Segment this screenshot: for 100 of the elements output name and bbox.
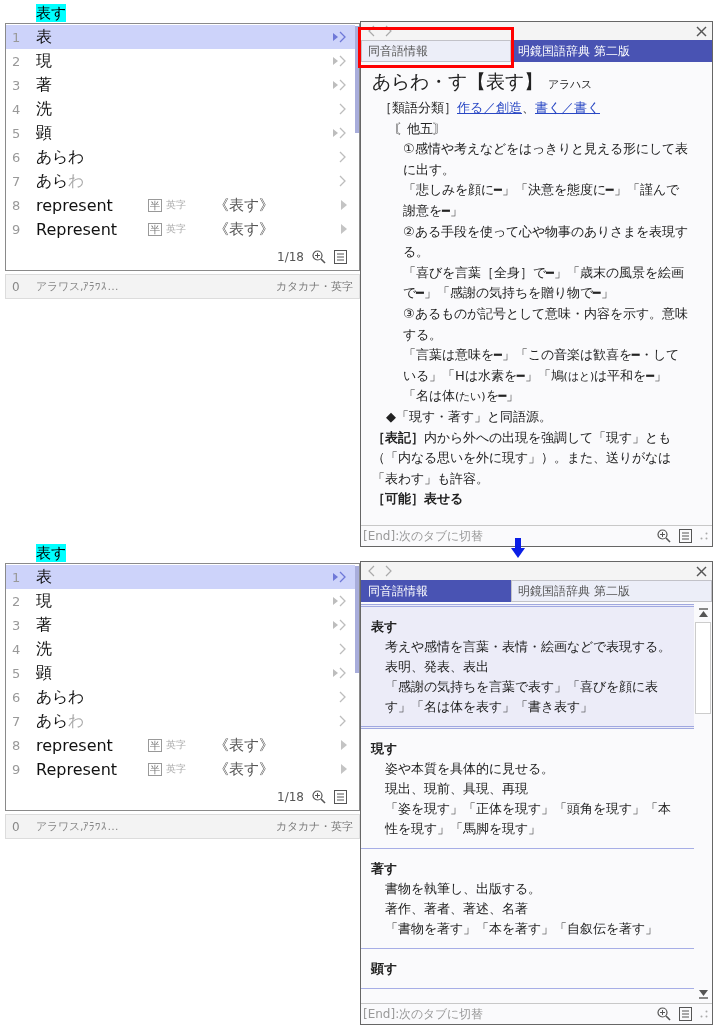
resize-grip-icon[interactable]	[700, 532, 708, 540]
scrollbar-thumb[interactable]	[695, 622, 711, 714]
homonym-text: 「書物を著す」「本を著す」「自叙伝を著す」	[385, 920, 659, 938]
homonym-text: 著作、著者、著述、名著	[385, 900, 529, 918]
dictionary-tab[interactable]: 同音語情報	[361, 40, 511, 62]
homonym-text: 「感謝の気持ちを言葉で表す」「喜びを顔に表す」「名は体を表す」「書き表す」	[385, 678, 659, 716]
list-icon[interactable]	[334, 250, 347, 264]
definition-text: ①感情や考えなどをはっきりと見える形にして表に出す。	[403, 140, 688, 179]
homonym-heading: 現す	[371, 740, 398, 758]
candidate-item[interactable]: 4 洗	[6, 97, 355, 121]
homonym-text: 考えや感情を言葉・表情・絵画などで表現する。	[385, 638, 672, 656]
expand-arrow-icon	[332, 55, 347, 67]
expand-arrow-icon	[332, 31, 347, 43]
chevron-icon	[339, 103, 347, 115]
homonym-heading: 表す	[371, 618, 398, 636]
classification-label: ［類語分類］	[379, 99, 457, 117]
definition-text: ③あるものが記号として意味・内容を示す。意味する。	[403, 304, 688, 344]
candidate-item[interactable]: 6 あらわ	[6, 145, 355, 169]
zoom-icon[interactable]	[312, 790, 326, 804]
zoom-icon[interactable]	[657, 1007, 671, 1021]
chevron-icon	[339, 691, 347, 703]
zoom-icon[interactable]	[657, 529, 671, 543]
expand-arrow-icon	[332, 595, 347, 607]
list-icon[interactable]	[334, 790, 347, 804]
chevron-icon	[339, 643, 347, 655]
scrollbar-thumb[interactable]	[355, 26, 359, 133]
composition-text: 表す	[36, 544, 66, 562]
synonym-link[interactable]: 作る／創造	[457, 98, 522, 119]
separator-text: 、	[522, 99, 535, 117]
dictionary-tab[interactable]: 明鏡国語辞典 第二版	[511, 40, 712, 62]
candidate-item[interactable]: 9 Represent 半 英字 《表す》	[6, 217, 355, 241]
down-arrow-icon	[511, 538, 525, 558]
candidate-item[interactable]: 7 あらわ	[6, 709, 355, 733]
scrollbar-thumb[interactable]	[355, 566, 359, 673]
close-icon[interactable]	[696, 565, 707, 577]
triangle-icon	[341, 200, 347, 210]
page-counter: 1/18	[277, 790, 304, 804]
triangle-icon	[341, 764, 347, 774]
expand-arrow-icon	[332, 619, 347, 631]
homonym-section[interactable]: 表す 考えや感情を言葉・表情・絵画などで表現する。 表明、発表、表出 「感謝の気持ちを言葉で表す」「喜びを顔に表す」「名は体を表す」「書き表す」	[361, 604, 694, 729]
composition-text: 表す	[36, 4, 66, 22]
homonym-text: 現出、現前、具現、再現	[385, 780, 529, 798]
list-icon[interactable]	[679, 1007, 692, 1021]
candidate-item[interactable]: 6 あらわ	[6, 685, 355, 709]
conversion-row[interactable]: 0 アラワス,ｱﾗﾜｽ… カタカナ・英字	[5, 274, 360, 299]
homonym-text: 姿や本質を具体的に見せる。	[385, 760, 555, 778]
homonym-section[interactable]: 現す 姿や本質を具体的に見せる。 現出、現前、具現、再現 「姿を現す」「正体を現す」「頭角を現す」「本性を現す」「馬脚を現す」	[361, 729, 694, 849]
scroll-top-icon[interactable]	[698, 608, 708, 618]
reading-text: アラハス	[548, 77, 592, 93]
triangle-icon	[341, 224, 347, 234]
expand-arrow-icon	[332, 127, 347, 139]
candidate-item[interactable]: 9 Represent 半 英字 《表す》	[6, 757, 355, 781]
status-hint: [End]:次のタブに切替	[363, 527, 484, 545]
homonym-heading: 著す	[371, 860, 398, 878]
resize-grip-icon[interactable]	[700, 1010, 708, 1018]
forward-icon[interactable]	[385, 25, 393, 37]
candidate-item[interactable]: 3 著	[6, 613, 355, 637]
candidate-item[interactable]: 7 あらわ	[6, 169, 355, 193]
page-counter: 1/18	[277, 250, 304, 264]
expand-arrow-icon	[332, 571, 347, 583]
homonym-text: 表明、発表、表出	[385, 658, 490, 676]
homonym-text: 「姿を現す」「正体を現す」「頭角を現す」「本性を現す」「馬脚を現す」	[385, 800, 672, 838]
homonym-section[interactable]: 顕す	[361, 949, 694, 989]
conversion-row[interactable]: 0 アラワス,ｱﾗﾜｽ… カタカナ・英字	[5, 814, 360, 839]
definition-text: ［可能］表せる	[372, 490, 464, 509]
expand-arrow-icon	[332, 667, 347, 679]
candidate-item[interactable]: 2 現	[6, 49, 355, 73]
candidate-item[interactable]: 5 顕	[6, 121, 355, 145]
list-icon[interactable]	[679, 529, 692, 543]
definition-text: ［表記］内から外への出現を強調して「現す」とも（「内なる思いを外に現す」）。また、送りがなは「表わす」も許容。	[372, 428, 672, 488]
zoom-icon[interactable]	[312, 250, 326, 264]
candidate-item[interactable]: 4 洗	[6, 637, 355, 661]
definition-text: ◆「現す・著す」と同語源。	[386, 407, 553, 426]
headword: あらわ・す【表す】	[372, 69, 543, 94]
candidate-item[interactable]: 8 represent 半 英字 《表す》	[6, 733, 355, 757]
homonym-section[interactable]: 著す 書物を執筆し、出版する。 著作、著者、著述、名著 「書物を著す」「本を著す」「自叙伝を著す」	[361, 849, 694, 949]
scroll-bottom-icon[interactable]	[698, 989, 708, 999]
candidate-item[interactable]: 1 表	[6, 565, 355, 589]
definition-text: 〘他五〙	[394, 119, 447, 138]
chevron-icon	[339, 715, 347, 727]
synonym-link[interactable]: 書く／書く	[535, 98, 600, 119]
back-icon[interactable]	[367, 25, 375, 37]
dictionary-tab[interactable]: 明鏡国語辞典 第二版	[511, 580, 712, 602]
status-hint: [End]:次のタブに切替	[363, 1005, 484, 1023]
candidate-item[interactable]: 8 represent 半 英字 《表す》	[6, 193, 355, 217]
expand-arrow-icon	[332, 79, 347, 91]
candidate-item[interactable]: 1 表	[6, 25, 355, 49]
candidate-item[interactable]: 2 現	[6, 589, 355, 613]
triangle-icon	[341, 740, 347, 750]
dictionary-tab[interactable]: 同音語情報	[361, 580, 511, 602]
chevron-icon	[339, 175, 347, 187]
definition-text: 「悲しみを顔に━」「決意を態度に━」「謹んで謝意を━」	[403, 181, 680, 220]
chevron-icon	[339, 151, 347, 163]
homonym-heading: 顕す	[371, 960, 398, 978]
close-icon[interactable]	[696, 25, 707, 37]
candidate-item[interactable]: 3 著	[6, 73, 355, 97]
homonym-text: 書物を執筆し、出版する。	[385, 880, 542, 898]
definition-text: ②ある手段を使って心や物事のありさまを表現する。	[403, 222, 688, 262]
definition-text: 「喜びを言葉［全身］で━」「歳末の風景を絵画で━」「感謝の気持ちを贈り物で━」	[403, 263, 685, 303]
candidate-item[interactable]: 5 顕	[6, 661, 355, 685]
